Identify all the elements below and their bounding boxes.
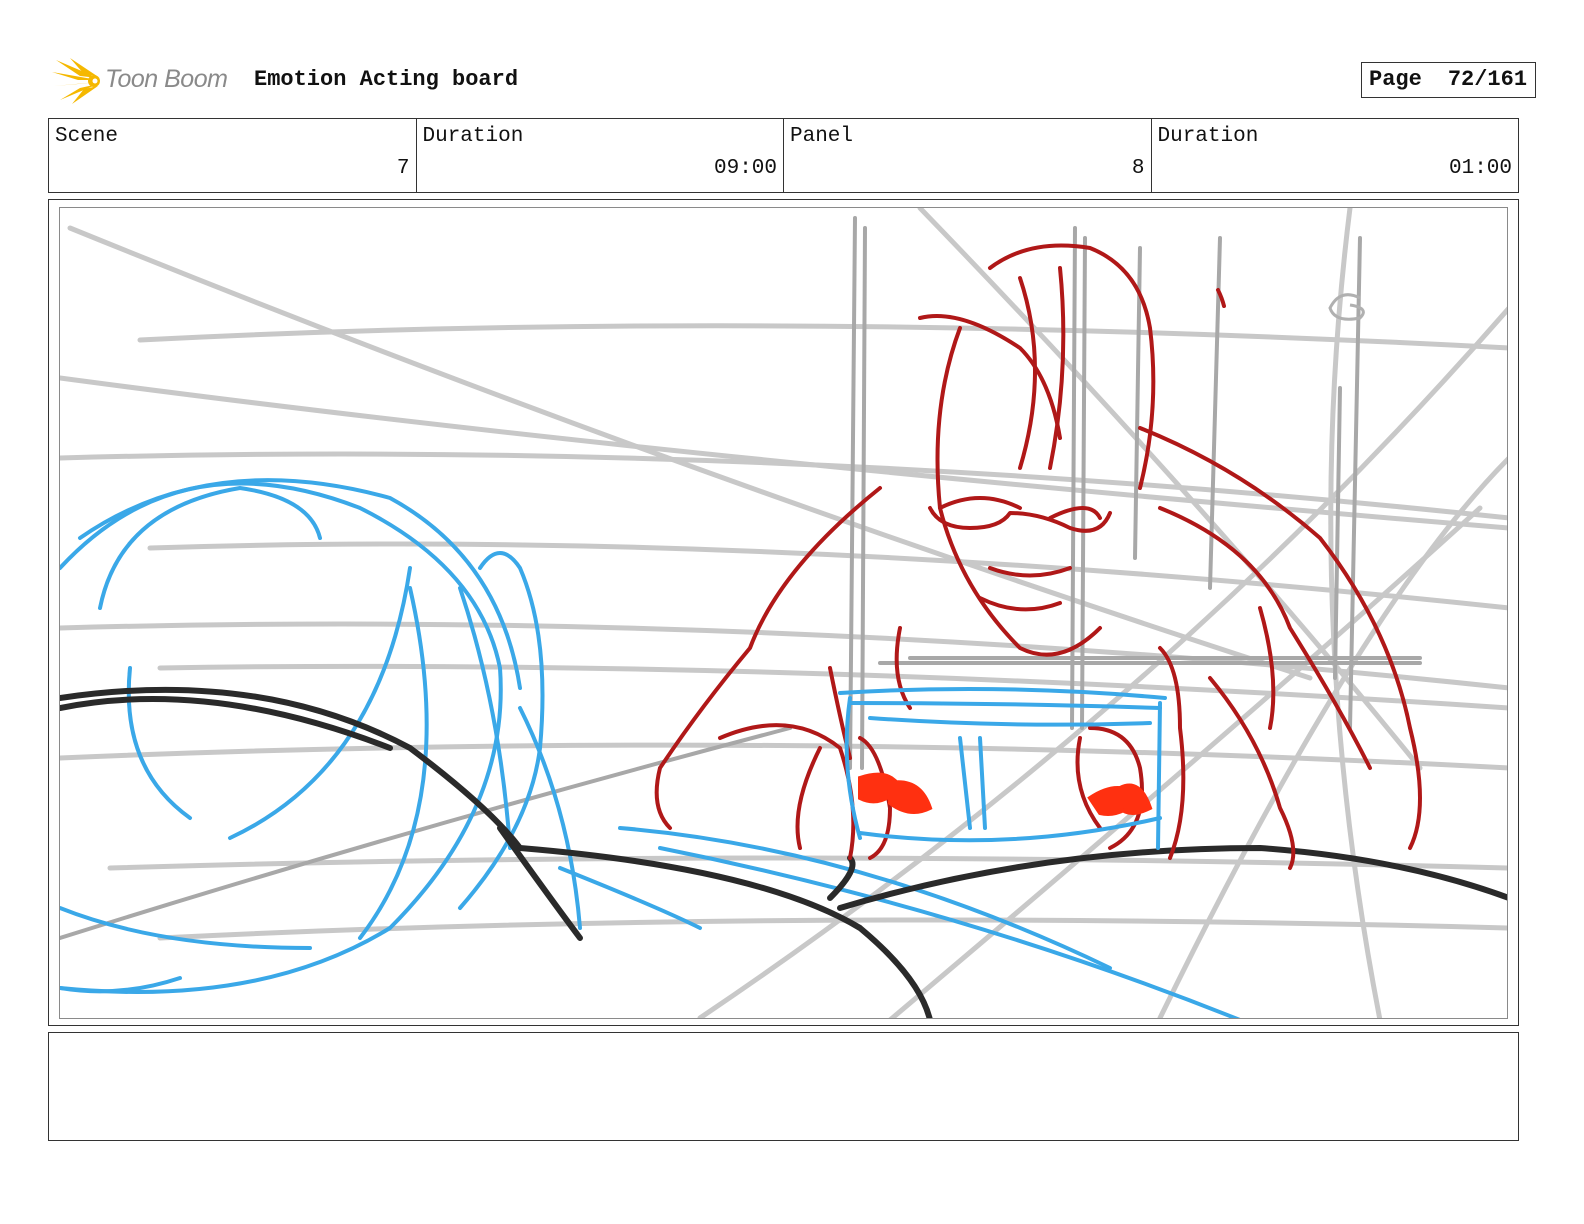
panel-value: 8 xyxy=(1131,157,1145,180)
toon-boom-logo: Toon Boom xyxy=(50,56,240,106)
page-header: Toon Boom Emotion Acting board Page 72/16… xyxy=(50,56,1536,106)
logo-text: Toon Boom xyxy=(105,65,228,93)
panel-duration-cell: Duration 01:00 xyxy=(1152,119,1519,192)
scene-value: 7 xyxy=(396,157,410,180)
scene-duration-value: 09:00 xyxy=(713,157,777,180)
page-indicator: Page 72/161 xyxy=(1361,62,1536,98)
panel-duration-value: 01:00 xyxy=(1448,157,1512,180)
scene-label: Scene xyxy=(55,125,119,148)
panel-cell: Panel 8 xyxy=(784,119,1152,192)
scene-cell: Scene 7 xyxy=(49,119,417,192)
board-title: Emotion Acting board xyxy=(254,67,519,92)
notes-area xyxy=(48,1032,1519,1141)
scene-duration-cell: Duration 09:00 xyxy=(417,119,784,192)
page-label: Page xyxy=(1369,67,1422,92)
panel-image-area xyxy=(59,207,1508,1019)
starburst-icon xyxy=(52,58,100,104)
page-number: 72/161 xyxy=(1447,67,1528,92)
storyboard-sketch xyxy=(60,208,1507,1018)
scene-duration-label: Duration xyxy=(422,125,524,148)
panel-duration-label: Duration xyxy=(1157,125,1259,148)
panel-label: Panel xyxy=(790,125,854,148)
panel-frame xyxy=(48,199,1519,1026)
info-table: Scene 7 Duration 09:00 Panel 8 Duration … xyxy=(48,118,1519,193)
